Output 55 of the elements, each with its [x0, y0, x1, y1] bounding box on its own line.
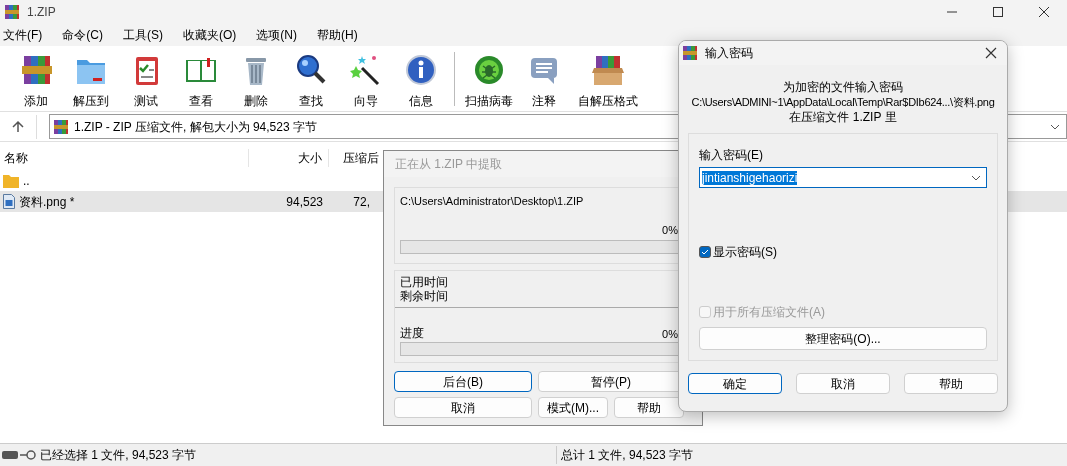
toolbar-button[interactable]: 自解压格式 [571, 47, 645, 110]
dialog-button[interactable]: 后台(B) [394, 371, 532, 392]
toolbar-button[interactable]: 解压到 [63, 47, 118, 110]
image-file-icon [3, 194, 15, 209]
dialog-title: 输入密码 [705, 45, 753, 62]
status-text: 已经选择 1 文件, 94,523 字节 [40, 447, 198, 464]
toolbar-button[interactable]: 查看 [173, 47, 228, 110]
check-icon [701, 248, 709, 256]
dialog-button[interactable]: 模式(M)... [538, 397, 608, 418]
folder-icon [3, 173, 19, 188]
window-title: 1.ZIP [27, 4, 56, 21]
key-icon [20, 450, 36, 460]
progress-label: 进度 [400, 325, 424, 342]
elapsed-label: 已用时间 [400, 275, 449, 289]
dialog-title: 正在从 1.ZIP 中提取 [395, 156, 503, 173]
up-arrow-icon[interactable] [11, 119, 25, 134]
field-label: 输入密码(E) [699, 147, 764, 164]
drive-icon [2, 451, 18, 459]
dialog-button[interactable]: 帮助 [904, 373, 998, 394]
toolbar-button[interactable]: 向导 [338, 47, 393, 110]
archive-path: C:\Users\Administrator\Desktop\1.ZIP [400, 194, 585, 209]
toolbar-button[interactable]: 查找 [283, 47, 338, 110]
dialog-button[interactable]: 确定 [688, 373, 782, 394]
menu-item[interactable]: 收藏夹(O) [180, 26, 240, 44]
dialog-button[interactable]: 帮助 [614, 397, 684, 418]
archive-icon [682, 45, 698, 61]
status-text: 总计 1 文件, 94,523 字节 [556, 446, 694, 464]
checkbox-label: 显示密码(S) [713, 244, 777, 261]
toolbar-button[interactable]: 测试 [118, 47, 173, 110]
close-icon[interactable] [985, 47, 997, 59]
toolbar-button[interactable]: 信息 [393, 47, 448, 110]
organize-passwords-button[interactable]: 整理密码(O)... [699, 327, 987, 350]
menu-item[interactable]: 命令(C) [59, 26, 106, 44]
menu-item[interactable]: 选项(N) [253, 26, 300, 44]
dialog-button[interactable]: 取消 [796, 373, 890, 394]
column-header[interactable]: 名称 [0, 149, 248, 167]
remaining-label: 剩余时间 [400, 289, 449, 303]
dialog-button[interactable]: 取消 [394, 397, 532, 418]
toolbar-button[interactable]: 添加 [8, 47, 63, 110]
menu-item[interactable]: 文件(F) [0, 26, 46, 44]
checkbox-label: 用于所有压缩文件(A) [713, 304, 825, 321]
checkbox[interactable] [699, 246, 711, 258]
archive-icon [53, 118, 69, 135]
password-field[interactable]: jintianshigehaorizi [699, 167, 987, 188]
archive-icon [4, 4, 20, 20]
menu-item[interactable]: 帮助(H) [314, 26, 361, 44]
toolbar-button[interactable]: 扫描病毒 [461, 47, 516, 110]
prompt-text: 为加密的文件输入密码 [783, 80, 903, 95]
toolbar-button[interactable]: 注释 [516, 47, 571, 110]
percent-label: 0% [662, 222, 678, 238]
column-header[interactable]: 大小 [248, 149, 328, 167]
toolbar-button[interactable]: 删除 [228, 47, 283, 110]
menu-item[interactable]: 工具(S) [120, 26, 166, 44]
file-path: C:\Users\ADMINI~1\AppData\Local\Temp\Rar$DIb624...\资料.png [691, 95, 995, 110]
percent-label: 0% [662, 326, 678, 342]
